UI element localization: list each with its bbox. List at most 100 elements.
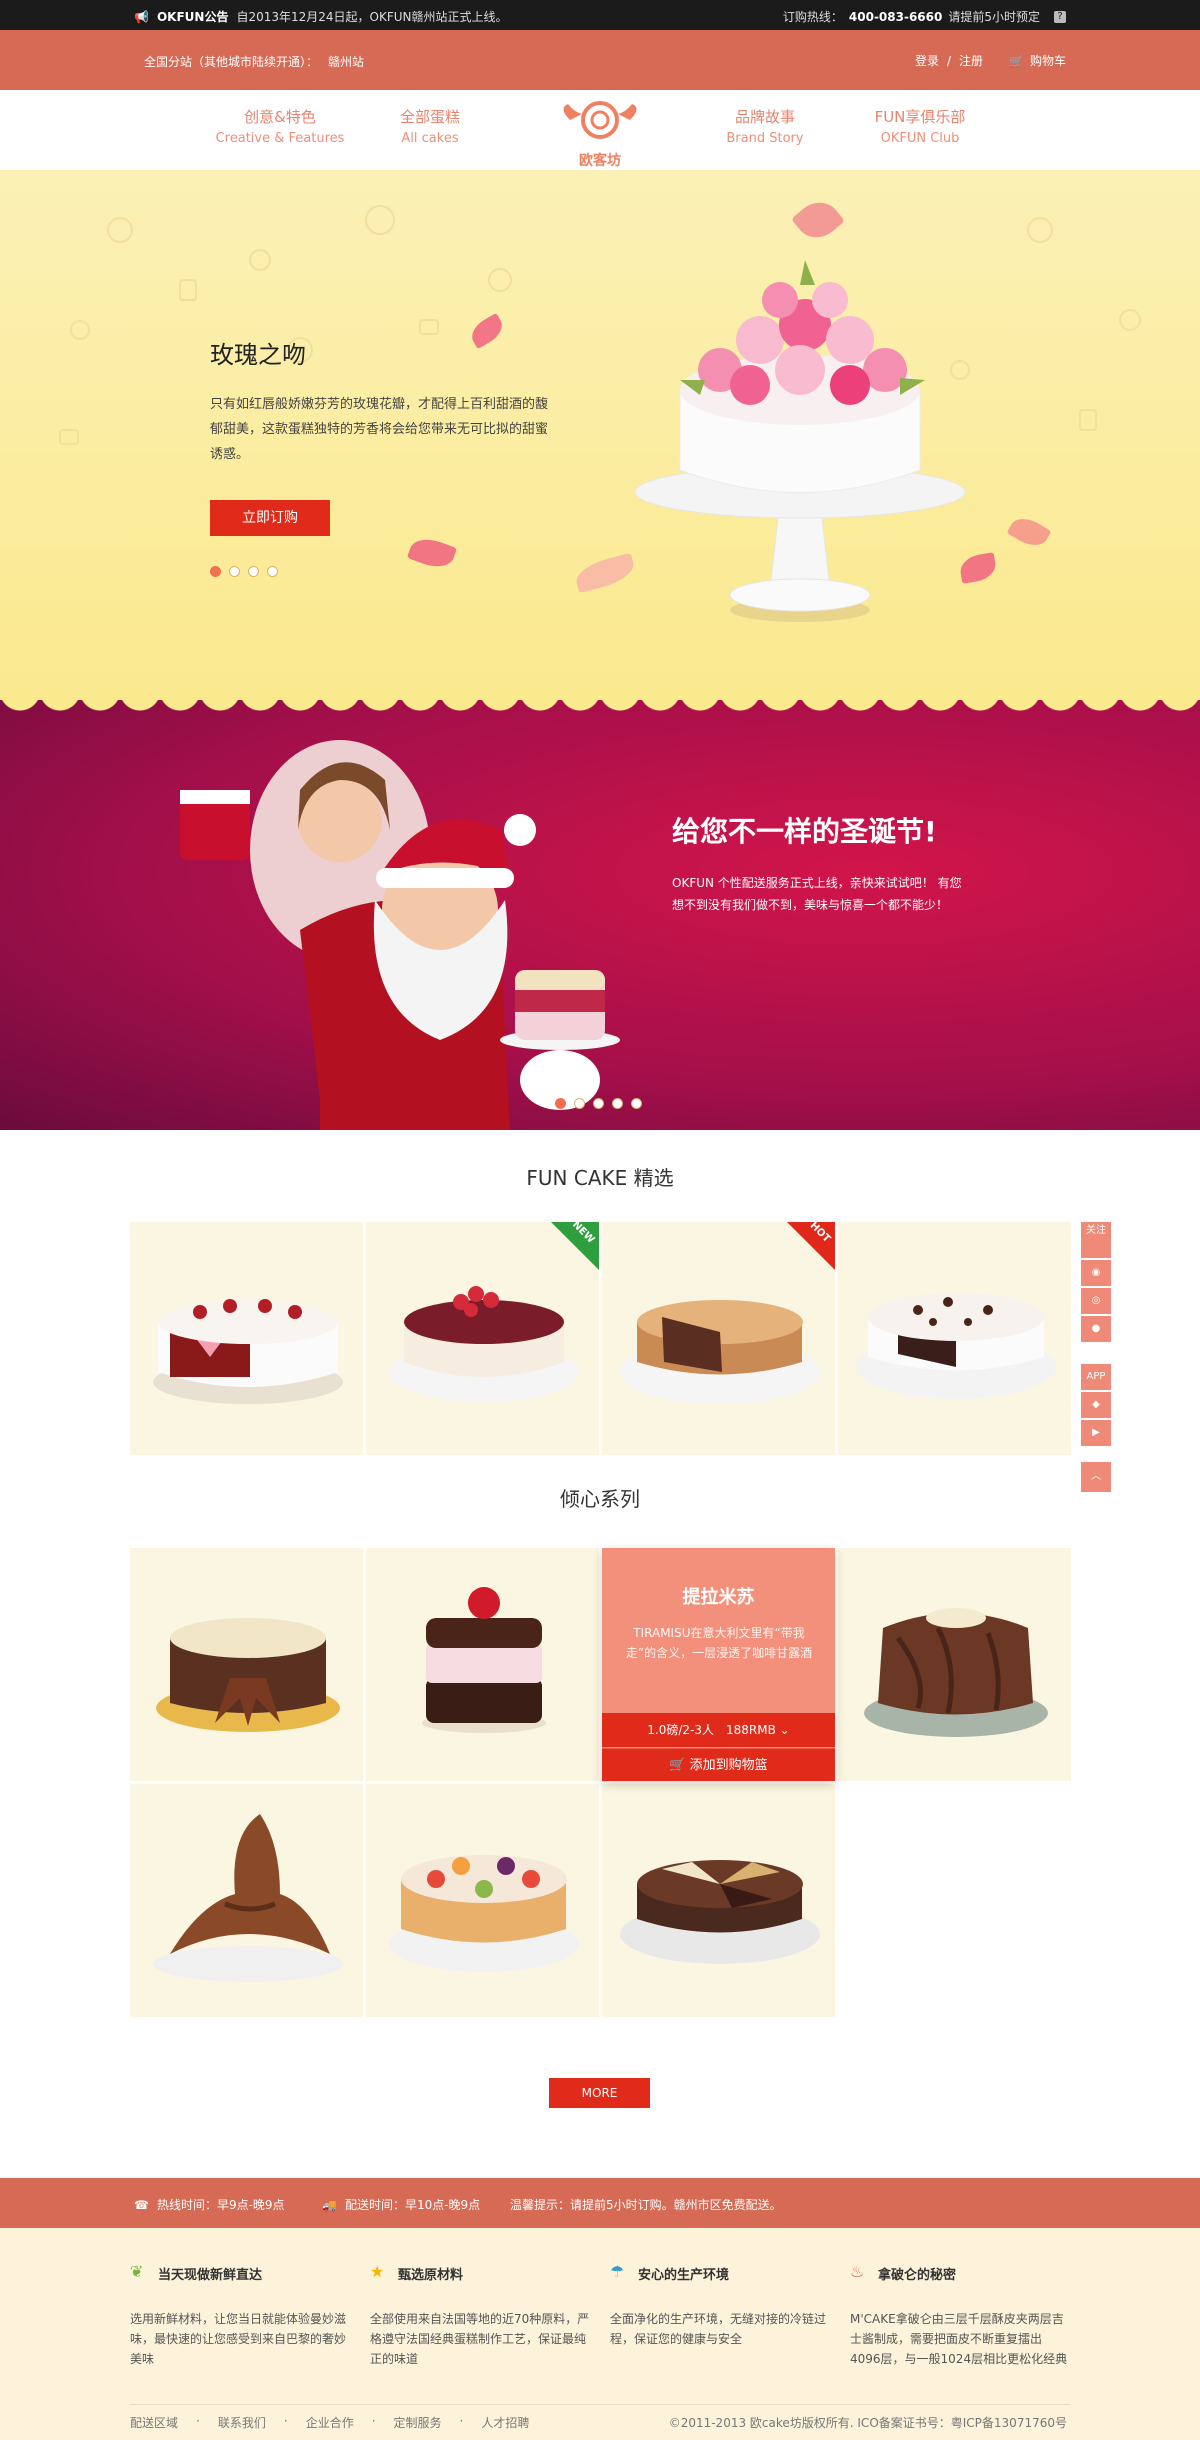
- nav-item-zh: 创意&特色: [244, 108, 316, 126]
- product-card[interactable]: [130, 1548, 363, 1781]
- carousel-dot[interactable]: [555, 1098, 566, 1109]
- nav-item-en: Creative & Features: [215, 131, 345, 146]
- site-header: 全国分站（其他城市陆续开通）： 赣州站 登录 / 注册 🛒 购物车: [0, 30, 1200, 90]
- tencent-weibo-icon[interactable]: ◎: [1081, 1288, 1111, 1314]
- announcement-brand: OKFUN公告: [156, 10, 229, 24]
- section-title-fun-cake: FUN CAKE 精选: [526, 1166, 674, 1190]
- footer-link-careers[interactable]: 人才招聘: [481, 2414, 529, 2431]
- order-tip: 温馨提示：请提前5小时订购。赣州市区免费配送。: [510, 2196, 782, 2213]
- product-hover-card[interactable]: 提拉米苏 TIRAMISU在意大利文里有“带我走”的含义，一层浸透了咖啡甘露酒 …: [602, 1548, 835, 1781]
- product-card[interactable]: HOT: [602, 1222, 835, 1455]
- footer-link-separator: ·: [371, 2414, 376, 2428]
- hotline: 订购热线： 400-083-6660 请提前5小时预定 ?: [783, 8, 1066, 25]
- cart-icon: 🛒: [669, 1758, 686, 1773]
- feature-title: 安心的生产环境: [638, 2268, 730, 2283]
- product-card[interactable]: [130, 1222, 363, 1455]
- weibo-icon[interactable]: ◉: [1081, 1260, 1111, 1286]
- carousel-dot[interactable]: [612, 1098, 623, 1109]
- product-name: 提拉米苏: [682, 1587, 755, 1608]
- announcement: 📢 OKFUN公告 自2013年12月24日起，OKFUN赣州站正式上线。: [134, 8, 508, 25]
- carousel-dot[interactable]: [210, 566, 221, 577]
- feature-desc: 选用新鲜材料，让您当日就能体验曼妙滋味，最快速的让您感受到来自巴黎的奢妙美味: [130, 2312, 347, 2366]
- nav-item-club[interactable]: FUN享俱乐部 OKFUN Club: [845, 106, 995, 146]
- city-selector[interactable]: 全国分站（其他城市陆续开通）： 赣州站: [134, 53, 364, 70]
- hero-banner-rose-cake: 玫瑰之吻 只有如红唇般娇嫩芬芳的玫瑰花瓣，才配得上百利甜酒的馥郁甜美，这款蛋糕独…: [0, 170, 1200, 700]
- size-price-label: 1.0磅/2-3人 188RMB: [647, 1723, 776, 1737]
- ribbon-birthday-cake-image: [156, 1618, 340, 1732]
- footer-link-delivery-area[interactable]: 配送区域: [130, 2414, 178, 2431]
- size-price-select[interactable]: 1.0磅/2-3人 188RMB ⌄: [602, 1713, 835, 1747]
- product-card[interactable]: [838, 1548, 1071, 1781]
- nav-item-brand-story[interactable]: 品牌故事 Brand Story: [690, 106, 840, 146]
- product-card-tiramisu[interactable]: 提拉米苏 TIRAMISU在意大利文里有“带我走”的含义，一层浸透了咖啡甘露酒 …: [602, 1548, 835, 1781]
- red-velvet-heart-cake-image: [153, 1299, 343, 1404]
- footer-links: 配送区域 · 联系我们 · 企业合作 · 定制服务 · 人才招聘: [130, 2414, 529, 2431]
- more-button[interactable]: MORE: [549, 2078, 650, 2108]
- hero-description: 只有如红唇般娇嫩芬芳的玫瑰花瓣，才配得上百利甜酒的馥郁甜美，这款蛋糕独特的芳香将…: [210, 397, 549, 462]
- santa-claus-image: [180, 740, 620, 1130]
- footer-link-contact[interactable]: 联系我们: [218, 2414, 266, 2431]
- current-city[interactable]: 赣州站: [328, 55, 364, 69]
- product-card[interactable]: [838, 1222, 1071, 1455]
- carousel-dot[interactable]: [593, 1098, 604, 1109]
- chocolate-drape-cake-image: [864, 1608, 1048, 1737]
- wechat-icon[interactable]: ●: [1081, 1316, 1111, 1342]
- footer-divider: [130, 2404, 1070, 2405]
- hot-badge: HOT: [787, 1222, 835, 1270]
- megaphone-icon: 📢: [134, 9, 149, 24]
- announcement-text: 自2013年12月24日起，OKFUN赣州站正式上线。: [236, 10, 508, 24]
- hero-carousel-dots: [210, 566, 278, 577]
- hotline-hours-text: 热线时间：早9点-晚9点: [156, 2198, 285, 2212]
- rose-cake-image: [634, 260, 966, 622]
- logo-text: 欧客坊: [579, 153, 621, 169]
- product-card[interactable]: [366, 1784, 599, 2017]
- badge-text: NEW: [569, 1222, 597, 1246]
- site-logo[interactable]: 欧客坊: [550, 90, 650, 180]
- christmas-carousel-dots: [555, 1098, 642, 1109]
- feature-desc: M'CAKE拿破仑由三层千层酥皮夹两层吉士酱制成，需要把面皮不断重复擂出4096…: [850, 2312, 1068, 2366]
- nav-item-all-cakes[interactable]: 全部蛋糕 All cakes: [355, 106, 505, 146]
- nav-item-en: Brand Story: [726, 131, 804, 146]
- city-label: 全国分站（其他城市陆续开通）：: [144, 55, 319, 69]
- star-icon: ★: [370, 2262, 385, 2281]
- product-card[interactable]: [366, 1548, 599, 1781]
- winged-swirl-icon: [563, 101, 637, 139]
- section-title-series: 倾心系列: [560, 1487, 640, 1511]
- hotline-number: 400-083-6660: [848, 9, 943, 24]
- feature-materials: ★ 甄选原材料 全部使用来自法国等地的近70种原料，严格遵守法国经典蛋糕制作工艺…: [370, 2262, 590, 2369]
- chocolate-chip-cake-image: [856, 1293, 1056, 1399]
- app-tab[interactable]: APP: [1081, 1364, 1111, 1390]
- add-to-basket-label: 添加到购物篮: [689, 1758, 768, 1773]
- apple-icon[interactable]: ◆: [1081, 1392, 1111, 1418]
- new-badge: NEW: [551, 1222, 599, 1270]
- product-card[interactable]: [130, 1784, 363, 2017]
- product-card[interactable]: [602, 1784, 835, 2017]
- phone-icon: ☎: [134, 2197, 149, 2212]
- login-link[interactable]: 登录: [915, 52, 939, 69]
- cake-icon: ♨: [850, 2262, 865, 2281]
- carousel-dot[interactable]: [248, 566, 259, 577]
- delivery-hours-text: 配送时间：早10点-晚9点: [344, 2198, 481, 2212]
- delivery-hours: 🚚 配送时间：早10点-晚9点: [322, 2196, 480, 2213]
- product-card[interactable]: NEW: [366, 1222, 599, 1455]
- nav-item-features[interactable]: 创意&特色 Creative & Features: [205, 106, 355, 146]
- add-to-basket-button[interactable]: 🛒 添加到购物篮: [602, 1748, 835, 1781]
- carousel-dot[interactable]: [631, 1098, 642, 1109]
- carousel-dot[interactable]: [267, 566, 278, 577]
- help-icon[interactable]: ?: [1054, 10, 1066, 23]
- carousel-dot[interactable]: [574, 1098, 585, 1109]
- android-play-icon[interactable]: ▶: [1081, 1420, 1111, 1446]
- back-to-top-icon[interactable]: ︿: [1081, 1462, 1111, 1492]
- footer-link-custom[interactable]: 定制服务: [394, 2414, 442, 2431]
- carousel-dot[interactable]: [229, 566, 240, 577]
- footer-link-separator: ·: [196, 2414, 200, 2428]
- order-now-button[interactable]: 立即订购: [210, 500, 330, 536]
- footer-link-business[interactable]: 企业合作: [306, 2414, 354, 2431]
- cart-link[interactable]: 🛒 购物车: [1009, 52, 1066, 69]
- register-link[interactable]: 注册: [959, 52, 983, 69]
- feature-desc: 全面净化的生产环境，无缝对接的冷链过程，保证您的健康与安全: [610, 2312, 827, 2346]
- follow-tab[interactable]: 关注: [1081, 1222, 1111, 1258]
- hotline-label: 订购热线：: [782, 10, 843, 24]
- nav-item-en: OKFUN Club: [880, 131, 960, 146]
- user-links: 登录 / 注册 🛒 购物车: [915, 52, 1066, 69]
